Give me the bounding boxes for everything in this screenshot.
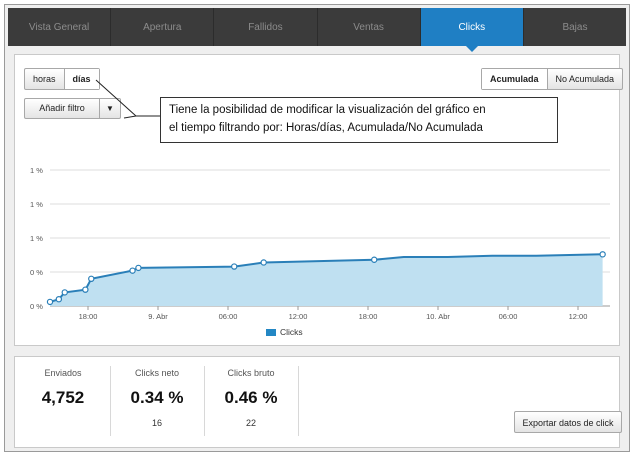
- legend-swatch: [266, 328, 276, 336]
- data-point: [599, 251, 606, 258]
- x-tick-label: 18:00: [79, 312, 98, 321]
- data-point: [371, 256, 378, 263]
- x-tick-label: 12:00: [569, 312, 588, 321]
- data-point: [55, 296, 63, 303]
- y-tick-label: 0 %: [30, 268, 43, 277]
- legend-label: Clicks: [280, 327, 303, 337]
- export-clicks-button[interactable]: Exportar datos de click: [514, 411, 622, 433]
- data-point: [260, 259, 267, 266]
- stat-label: Clicks neto: [134, 368, 179, 378]
- stat-count: 16: [151, 418, 162, 428]
- stat-clicks-bruto: Clicks bruto 0.46 % 22: [204, 368, 298, 428]
- stat-value: 4,752: [41, 388, 85, 407]
- x-tick-label: 18:00: [359, 312, 378, 321]
- x-tick-label: 06:00: [219, 312, 238, 321]
- divider: [298, 366, 299, 436]
- callout-line-1: Tiene la posibilidad de modificar la vis…: [169, 104, 486, 116]
- data-point: [135, 264, 142, 272]
- clicks-area: [50, 254, 603, 306]
- y-tick-label: 1 %: [30, 234, 43, 243]
- x-axis-ticks: 18:00 9. Abr 06:00 12:00 18:00 10. Abr 06:00 12…: [79, 306, 588, 321]
- stat-enviados: Enviados 4,752: [16, 368, 110, 408]
- y-tick-label: 0 %: [30, 302, 43, 311]
- data-point: [88, 275, 95, 282]
- y-axis-ticks: 0 % 0 % 1 % 1 % 1 %: [30, 166, 43, 311]
- callout-line-2: el tiempo filtrando por: Horas/días, Acu…: [169, 122, 483, 134]
- callout-leader: [95, 79, 160, 117]
- data-point: [231, 263, 238, 270]
- stat-value: 0.34 %: [130, 388, 184, 407]
- x-tick-label: 06:00: [499, 312, 518, 321]
- data-point: [82, 286, 89, 293]
- data-point: [129, 267, 136, 274]
- chart-legend[interactable]: Clicks: [266, 327, 303, 337]
- data-point: [46, 298, 54, 306]
- stat-label: Enviados: [44, 368, 82, 378]
- x-tick-label: 12:00: [289, 312, 308, 321]
- y-tick-label: 1 %: [30, 200, 43, 209]
- stat-clicks-neto: Clicks neto 0.34 % 16: [110, 368, 204, 428]
- help-callout: Tiene la posibilidad de modificar la vis…: [160, 97, 558, 143]
- stat-value: 0.46 %: [224, 388, 278, 407]
- data-point: [61, 289, 68, 296]
- y-tick-label: 1 %: [30, 166, 43, 175]
- stat-count: 22: [245, 418, 256, 428]
- callout-leader-2: [123, 115, 137, 119]
- stat-label: Clicks bruto: [227, 368, 275, 378]
- x-tick-label: 10. Abr: [426, 312, 450, 321]
- x-tick-label: 9. Abr: [148, 312, 168, 321]
